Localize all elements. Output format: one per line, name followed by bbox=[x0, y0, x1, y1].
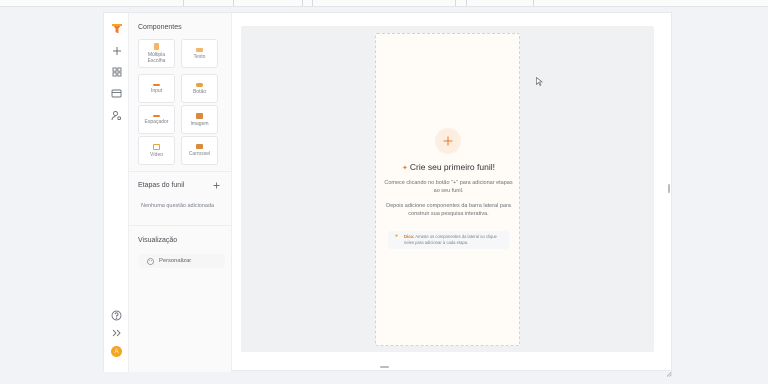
component-label: Texto bbox=[193, 53, 206, 60]
steps-empty-text: Nenhuma questão adicionada bbox=[141, 203, 215, 209]
browser-top-strip bbox=[0, 0, 768, 7]
input-icon bbox=[153, 83, 160, 86]
components-panel: Componentes Múltipla Escolha Texto Input… bbox=[129, 13, 232, 372]
grid-icon[interactable] bbox=[110, 65, 123, 78]
divider bbox=[129, 225, 232, 226]
list-icon bbox=[154, 43, 159, 50]
corner-resize-icon[interactable] bbox=[666, 364, 672, 382]
add-step-circle-button[interactable] bbox=[435, 128, 461, 154]
component-image[interactable]: Imagem bbox=[181, 105, 218, 134]
lightbulb-icon: ● bbox=[395, 233, 399, 239]
avatar-letter: A bbox=[114, 348, 119, 355]
image-icon bbox=[196, 112, 203, 119]
vertical-resize-handle[interactable] bbox=[668, 184, 670, 193]
component-multiple-choice[interactable]: Múltipla Escolha bbox=[138, 39, 175, 68]
component-label: Carrossel bbox=[188, 151, 211, 157]
carousel-icon bbox=[196, 144, 203, 149]
customize-button[interactable]: Personalizar bbox=[139, 254, 225, 268]
sparkle-icon: ✦ bbox=[402, 165, 408, 172]
app-window: A Componentes Múltipla Escolha Texto Inp… bbox=[103, 12, 672, 372]
add-step-button[interactable] bbox=[212, 181, 221, 190]
customize-label: Personalizar bbox=[159, 258, 192, 264]
empty-state-line2: Depois adicione componentes da barra lat… bbox=[386, 203, 511, 217]
card-icon[interactable] bbox=[110, 87, 123, 100]
help-icon[interactable] bbox=[110, 309, 123, 322]
empty-state-title-row: ✦ Crie seu primeiro funil! bbox=[376, 162, 521, 172]
component-label: Imagem bbox=[190, 120, 209, 127]
expand-icon[interactable] bbox=[110, 326, 123, 339]
components-title: Componentes bbox=[138, 24, 182, 31]
plus-icon bbox=[213, 182, 220, 189]
visualization-title: Visualização bbox=[138, 237, 178, 244]
icon-rail: A bbox=[104, 13, 129, 372]
empty-state-title: Crie seu primeiro funil! bbox=[409, 162, 495, 172]
component-label: Espaçador bbox=[144, 118, 169, 125]
mouse-cursor-icon bbox=[536, 73, 543, 91]
divider bbox=[129, 171, 232, 172]
palette-icon bbox=[147, 257, 154, 265]
funnel-preview: ✦ Crie seu primeiro funil! Comece clicand… bbox=[375, 33, 520, 346]
component-label: Vídeo bbox=[149, 151, 164, 158]
component-label: Botão bbox=[192, 88, 207, 95]
component-carousel[interactable]: Carrossel bbox=[181, 136, 218, 165]
component-text[interactable]: Texto bbox=[181, 39, 218, 68]
video-icon bbox=[153, 143, 160, 150]
component-input[interactable]: Input bbox=[138, 74, 175, 103]
avatar[interactable]: A bbox=[111, 346, 122, 357]
steps-title: Etapas do funil bbox=[138, 182, 185, 189]
text-icon bbox=[196, 47, 203, 52]
component-label: Múltipla Escolha bbox=[147, 52, 166, 64]
component-spacer[interactable]: Espaçador bbox=[138, 105, 175, 134]
tip-box: ● Dica: Arraste os componentes da latera… bbox=[388, 231, 509, 249]
spacer-icon bbox=[153, 114, 160, 117]
empty-state-line1: Comece clicando no botão "+" para adicio… bbox=[384, 180, 513, 194]
plus-icon[interactable] bbox=[110, 44, 123, 57]
funnel-logo-icon[interactable] bbox=[110, 22, 123, 35]
plus-icon bbox=[443, 136, 453, 146]
component-label: Input bbox=[150, 87, 163, 94]
user-settings-icon[interactable] bbox=[110, 109, 123, 122]
component-button[interactable]: Botão bbox=[181, 74, 218, 103]
editor-canvas: ✦ Crie seu primeiro funil! Comece clicand… bbox=[241, 26, 654, 352]
tip-text: Arraste os componentes da lateral ou cli… bbox=[404, 234, 497, 245]
button-icon bbox=[196, 82, 203, 87]
tip-label: Dica: bbox=[404, 234, 415, 239]
component-video[interactable]: Vídeo bbox=[138, 136, 175, 165]
horizontal-resize-handle[interactable] bbox=[380, 366, 389, 368]
